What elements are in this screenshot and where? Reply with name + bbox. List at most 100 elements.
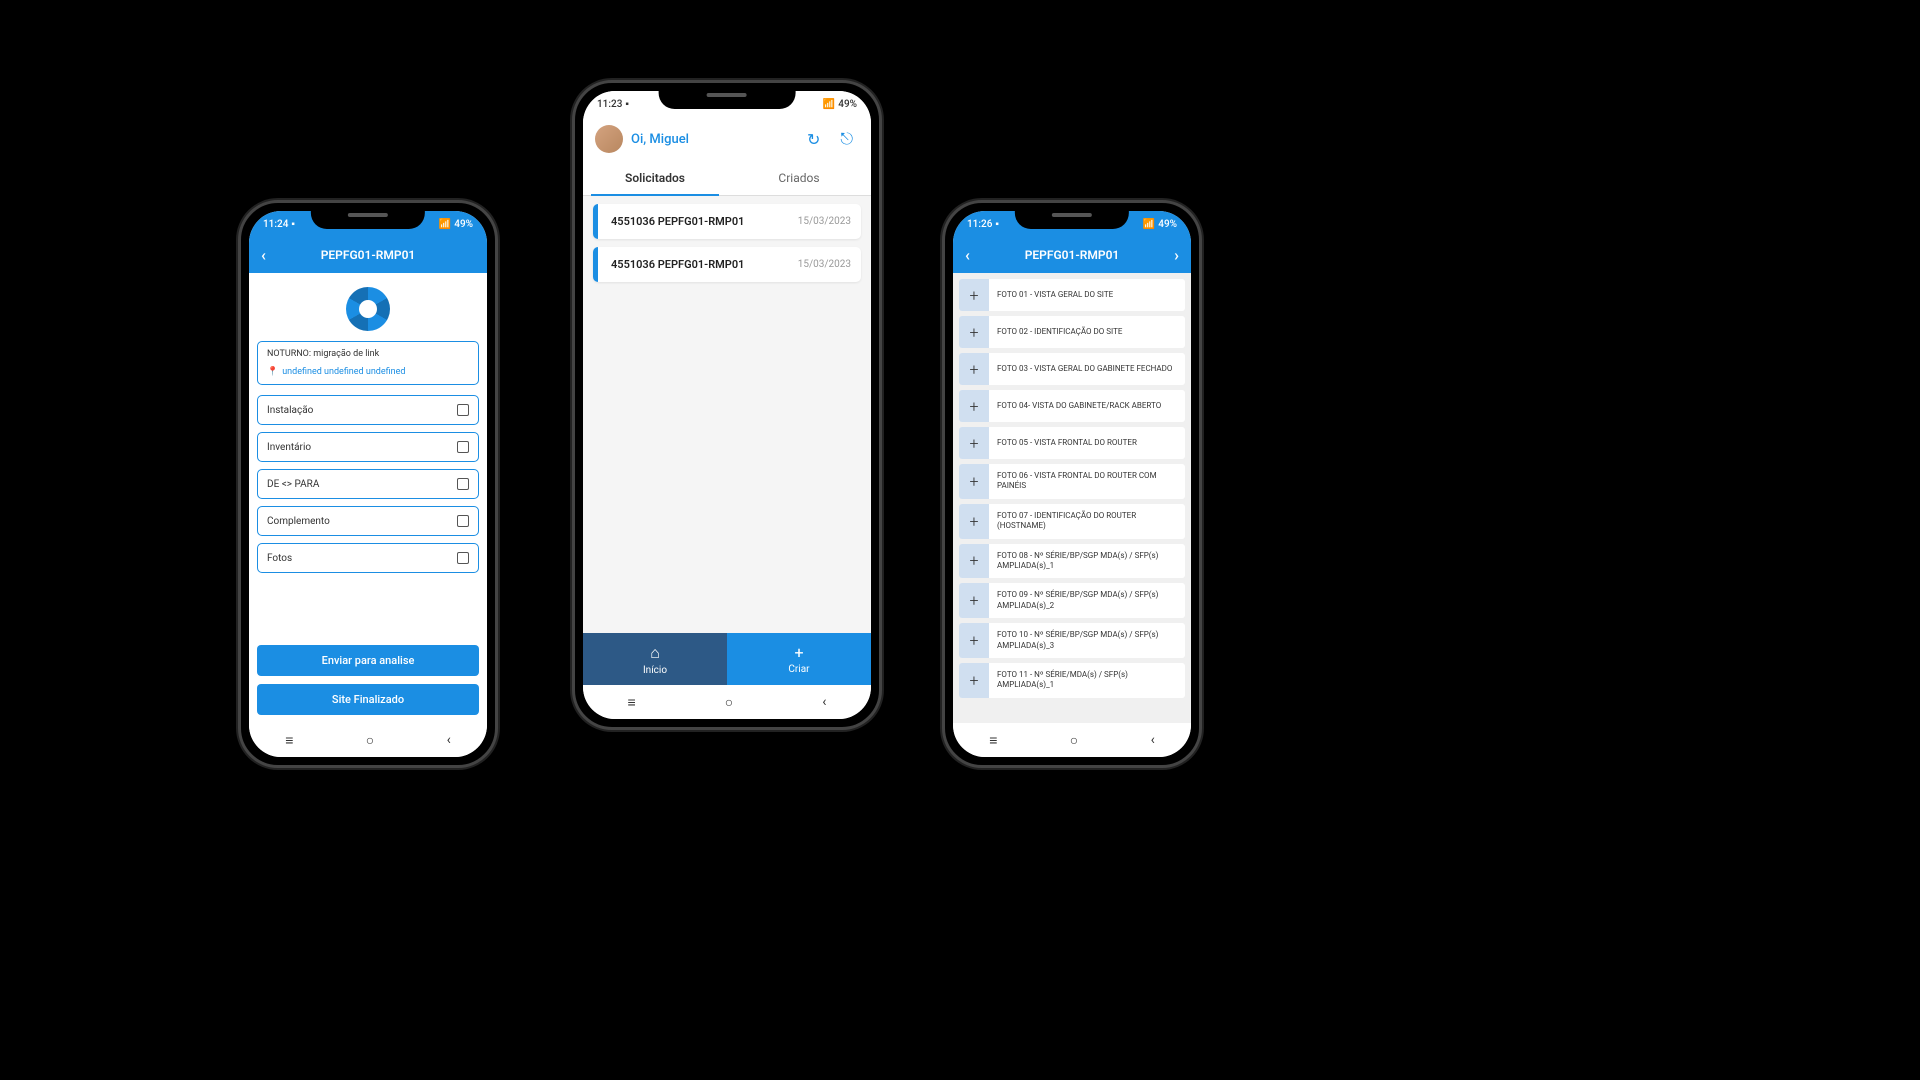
greeting-text: Oi, Miguel bbox=[631, 132, 793, 147]
photo-label: FOTO 03 - VISTA GERAL DO GABINETE FECHAD… bbox=[989, 353, 1185, 385]
tab-solicitados[interactable]: Solicitados bbox=[583, 161, 727, 195]
photo-label: FOTO 11 - Nº SÉRIE/MDA(s) / SFP(s) AMPLI… bbox=[989, 663, 1185, 698]
info-text: NOTURNO: migração de link bbox=[267, 349, 469, 359]
phone-notch bbox=[659, 83, 796, 109]
check-label: Instalação bbox=[267, 405, 313, 416]
back-nav-icon[interactable]: ‹ bbox=[822, 694, 826, 710]
aperture-icon bbox=[346, 287, 390, 331]
photo-label: FOTO 01 - VISTA GERAL DO SITE bbox=[989, 279, 1185, 311]
checkbox-icon[interactable] bbox=[457, 441, 469, 453]
request-row[interactable]: 4551036 PEPFG01-RMP01 15/03/2023 bbox=[593, 204, 861, 239]
photo-label: FOTO 09 - Nº SÉRIE/BP/SGP MDA(s) / SFP(s… bbox=[989, 583, 1185, 618]
header: ‹ PEPFG01-RMP01 › bbox=[953, 237, 1191, 273]
back-nav-icon[interactable]: ‹ bbox=[1151, 732, 1155, 748]
check-row[interactable]: Instalação bbox=[257, 395, 479, 425]
phone-notch bbox=[311, 203, 425, 229]
photo-row[interactable]: +FOTO 02 - IDENTIFICAÇÃO DO SITE bbox=[959, 316, 1185, 348]
back-icon[interactable]: ‹ bbox=[965, 246, 970, 265]
app-logo bbox=[257, 281, 479, 341]
status-time: 11:26 bbox=[967, 219, 992, 230]
photo-row[interactable]: +FOTO 10 - Nº SÉRIE/BP/SGP MDA(s) / SFP(… bbox=[959, 623, 1185, 658]
photo-row[interactable]: +FOTO 01 - VISTA GERAL DO SITE bbox=[959, 279, 1185, 311]
row-title: 4551036 PEPFG01-RMP01 bbox=[611, 215, 798, 228]
android-nav: ≡ ○ ‹ bbox=[249, 723, 487, 757]
photo-row[interactable]: +FOTO 05 - VISTA FRONTAL DO ROUTER bbox=[959, 427, 1185, 459]
check-row[interactable]: Fotos bbox=[257, 543, 479, 573]
photo-label: FOTO 08 - Nº SÉRIE/BP/SGP MDA(s) / SFP(s… bbox=[989, 544, 1185, 579]
checklist: Instalação Inventário DE <> PARA Complem… bbox=[257, 395, 479, 573]
checkbox-icon[interactable] bbox=[457, 478, 469, 490]
recent-apps-icon[interactable]: ≡ bbox=[989, 732, 997, 749]
photo-row[interactable]: +FOTO 08 - Nº SÉRIE/BP/SGP MDA(s) / SFP(… bbox=[959, 544, 1185, 579]
nav-home-label: Início bbox=[643, 665, 667, 676]
plus-icon[interactable]: + bbox=[959, 427, 989, 459]
photo-list: +FOTO 01 - VISTA GERAL DO SITE +FOTO 02 … bbox=[953, 273, 1191, 723]
photo-label: FOTO 05 - VISTA FRONTAL DO ROUTER bbox=[989, 427, 1185, 459]
photo-row[interactable]: +FOTO 09 - Nº SÉRIE/BP/SGP MDA(s) / SFP(… bbox=[959, 583, 1185, 618]
location-text: undefined undefined undefined bbox=[282, 367, 405, 377]
phone-right: 11:26 ▪ 📶49% ‹ PEPFG01-RMP01 › +FOTO 01 … bbox=[942, 200, 1202, 768]
tab-criados[interactable]: Criados bbox=[727, 161, 871, 195]
plus-icon[interactable]: + bbox=[959, 623, 989, 658]
recent-apps-icon[interactable]: ≡ bbox=[628, 694, 636, 711]
back-nav-icon[interactable]: ‹ bbox=[447, 732, 451, 748]
plus-icon[interactable]: + bbox=[959, 583, 989, 618]
page-title: PEPFG01-RMP01 bbox=[321, 248, 416, 262]
nav-create[interactable]: + Criar bbox=[727, 633, 871, 685]
plus-icon[interactable]: + bbox=[959, 353, 989, 385]
android-nav: ≡ ○ ‹ bbox=[953, 723, 1191, 757]
request-list: 4551036 PEPFG01-RMP01 15/03/2023 4551036… bbox=[583, 196, 871, 633]
pin-icon: 📍 bbox=[267, 367, 278, 377]
plus-icon[interactable]: + bbox=[959, 544, 989, 579]
photo-row[interactable]: +FOTO 07 - IDENTIFICAÇÃO DO ROUTER (HOST… bbox=[959, 504, 1185, 539]
plus-icon[interactable]: + bbox=[959, 316, 989, 348]
check-label: Inventário bbox=[267, 442, 311, 453]
logout-icon[interactable]: ⎋ bbox=[834, 129, 859, 149]
photo-row[interactable]: +FOTO 06 - VISTA FRONTAL DO ROUTER COM P… bbox=[959, 464, 1185, 499]
site-finalize-button[interactable]: Site Finalizado bbox=[257, 684, 479, 715]
home-icon: ⌂ bbox=[650, 643, 660, 663]
plus-icon[interactable]: + bbox=[959, 663, 989, 698]
phone-center: 11:23 ▪ 📶49% Oi, Miguel ↻ ⎋ Solicitados … bbox=[572, 80, 882, 730]
header: ‹ PEPFG01-RMP01 bbox=[249, 237, 487, 273]
home-icon[interactable]: ○ bbox=[725, 694, 733, 711]
plus-icon[interactable]: + bbox=[959, 464, 989, 499]
plus-icon[interactable]: + bbox=[959, 390, 989, 422]
checkbox-icon[interactable] bbox=[457, 404, 469, 416]
photo-row[interactable]: +FOTO 03 - VISTA GERAL DO GABINETE FECHA… bbox=[959, 353, 1185, 385]
status-time: 11:24 bbox=[263, 219, 288, 230]
request-row[interactable]: 4551036 PEPFG01-RMP01 15/03/2023 bbox=[593, 247, 861, 282]
photo-row[interactable]: +FOTO 11 - Nº SÉRIE/MDA(s) / SFP(s) AMPL… bbox=[959, 663, 1185, 698]
page-title: PEPFG01-RMP01 bbox=[1025, 248, 1120, 262]
avatar[interactable] bbox=[595, 125, 623, 153]
status-time: 11:23 bbox=[597, 99, 622, 110]
checkbox-icon[interactable] bbox=[457, 552, 469, 564]
plus-icon: + bbox=[794, 643, 803, 662]
photo-row[interactable]: +FOTO 04- VISTA DO GABINETE/RACK ABERTO bbox=[959, 390, 1185, 422]
check-row[interactable]: Complemento bbox=[257, 506, 479, 536]
send-analyze-button[interactable]: Enviar para analise bbox=[257, 645, 479, 676]
plus-icon[interactable]: + bbox=[959, 279, 989, 311]
home-icon[interactable]: ○ bbox=[1070, 732, 1078, 749]
plus-icon[interactable]: + bbox=[959, 504, 989, 539]
check-label: Fotos bbox=[267, 553, 292, 564]
recent-apps-icon[interactable]: ≡ bbox=[285, 732, 293, 749]
status-battery: 49% bbox=[1158, 219, 1177, 230]
status-battery: 49% bbox=[454, 219, 473, 230]
refresh-icon[interactable]: ↻ bbox=[801, 130, 826, 149]
nav-home[interactable]: ⌂ Início bbox=[583, 633, 727, 685]
nav-create-label: Criar bbox=[788, 664, 809, 675]
row-date: 15/03/2023 bbox=[798, 259, 851, 270]
checkbox-icon[interactable] bbox=[457, 515, 469, 527]
home-icon[interactable]: ○ bbox=[366, 732, 374, 749]
check-label: DE <> PARA bbox=[267, 479, 319, 490]
back-icon[interactable]: ‹ bbox=[261, 246, 266, 265]
photo-label: FOTO 02 - IDENTIFICAÇÃO DO SITE bbox=[989, 316, 1185, 348]
android-nav: ≡ ○ ‹ bbox=[583, 685, 871, 719]
photo-label: FOTO 04- VISTA DO GABINETE/RACK ABERTO bbox=[989, 390, 1185, 422]
row-title: 4551036 PEPFG01-RMP01 bbox=[611, 258, 798, 271]
check-row[interactable]: Inventário bbox=[257, 432, 479, 462]
forward-icon[interactable]: › bbox=[1174, 246, 1179, 265]
status-battery: 49% bbox=[838, 99, 857, 110]
check-row[interactable]: DE <> PARA bbox=[257, 469, 479, 499]
